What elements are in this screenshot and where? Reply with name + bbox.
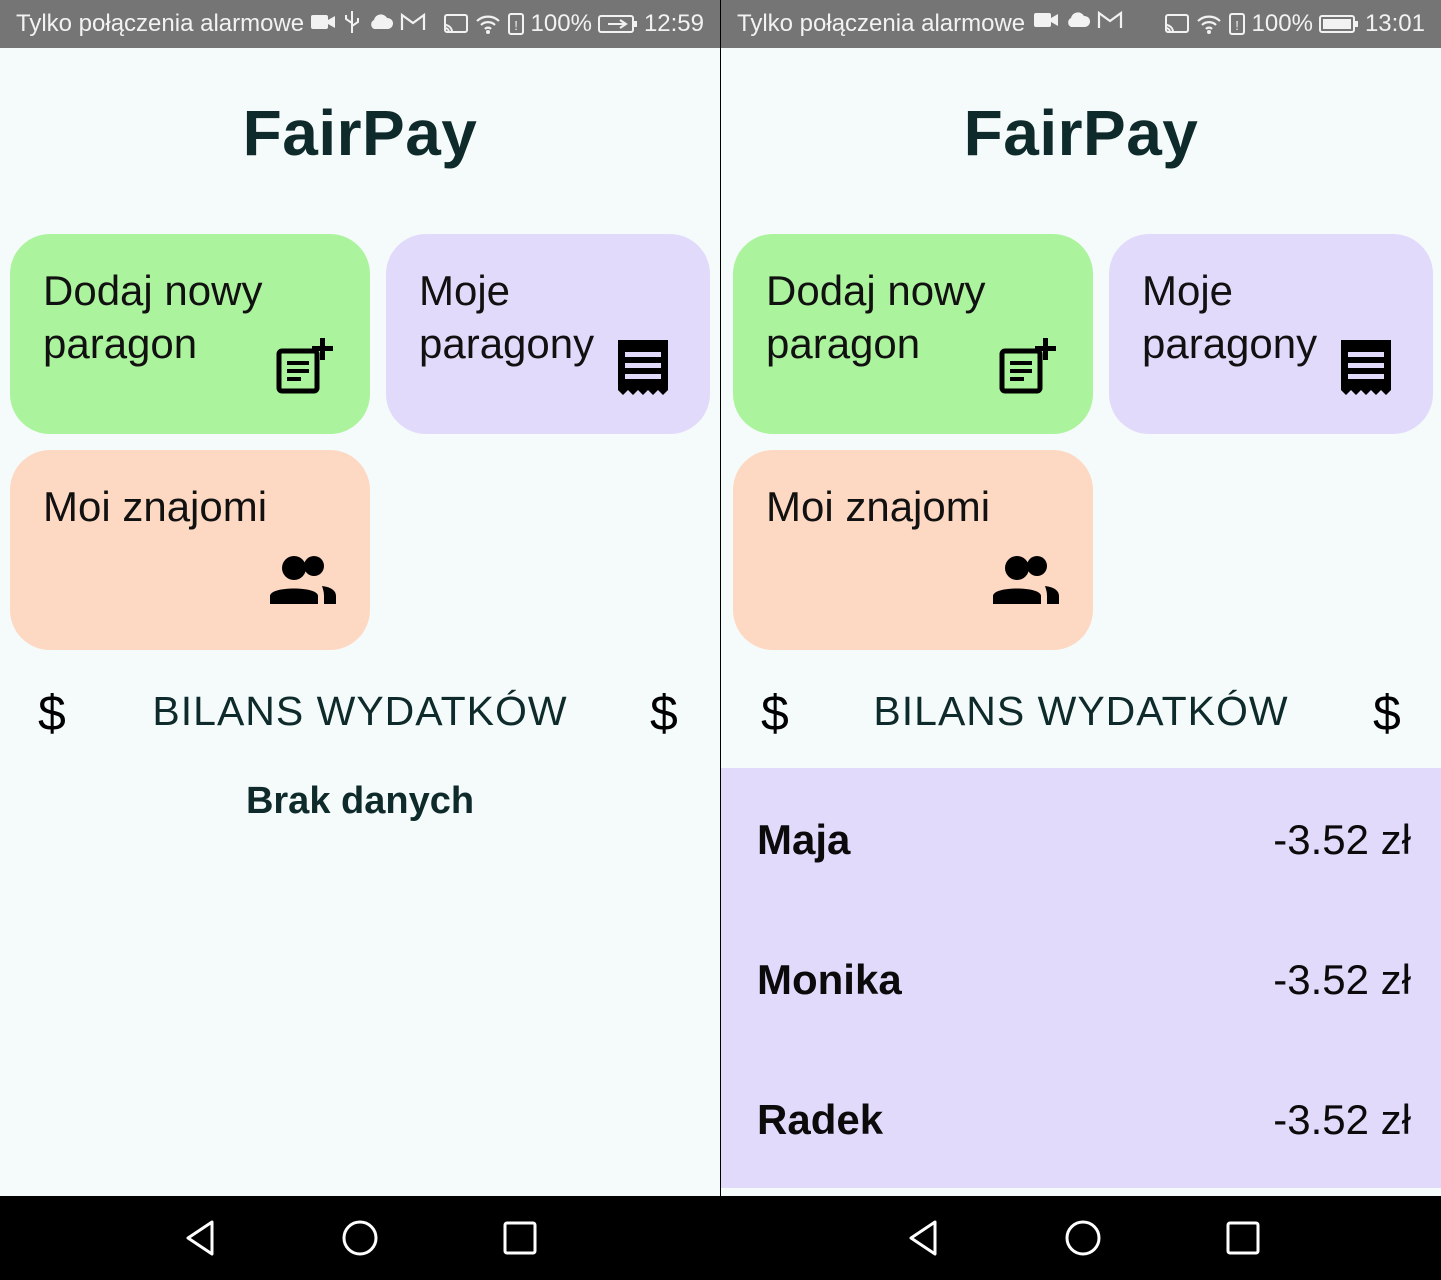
my-receipts-label: Moje paragony xyxy=(1142,267,1318,367)
add-note-icon xyxy=(276,338,333,394)
clock: 12:59 xyxy=(643,10,704,37)
video-icon xyxy=(1034,13,1058,27)
battery-icon xyxy=(597,15,637,33)
carrier-text: Tylko połączenia alarmowe xyxy=(16,10,305,37)
navigation-bar xyxy=(721,1196,1441,1280)
screen-with-balance: Tylko połączenia alarmowe ! 100% 13:01 F… xyxy=(721,0,1441,1280)
add-receipt-label: Dodaj nowy paragon xyxy=(43,267,263,367)
status-bar: Tylko połączenia alarmowe ! 100% 13:01 xyxy=(721,0,1441,48)
add-receipt-tile[interactable]: Dodaj nowy paragon xyxy=(10,234,370,434)
my-friends-label: Moi znajomi xyxy=(43,483,268,530)
clock: 13:01 xyxy=(1364,10,1425,37)
navigation-bar xyxy=(0,1196,720,1280)
my-friends-tile[interactable]: Moi znajomi xyxy=(10,450,370,650)
svg-text:!: ! xyxy=(1235,18,1239,33)
mail-icon xyxy=(400,12,426,30)
back-icon[interactable] xyxy=(180,1218,220,1258)
balance-row[interactable]: Monika -3.52 zł xyxy=(721,908,1441,1048)
sim-icon: ! xyxy=(507,13,524,35)
wifi-icon xyxy=(475,15,500,34)
balance-header: $ BILANS WYDATKÓW $ xyxy=(0,680,720,750)
receipt-icon xyxy=(618,340,668,395)
people-icon xyxy=(270,556,336,604)
person-name: Radek xyxy=(757,1096,884,1143)
my-receipts-tile[interactable]: Moje paragony xyxy=(1109,234,1433,434)
balance-row[interactable]: Radek -3.52 zł xyxy=(721,1048,1441,1188)
cloud-icon xyxy=(1068,12,1091,27)
mail-icon xyxy=(1097,10,1123,28)
sim-icon: ! xyxy=(1228,13,1245,35)
add-note-icon xyxy=(999,338,1056,394)
add-receipt-tile[interactable]: Dodaj nowy paragon xyxy=(733,234,1093,434)
status-bar: Tylko połączenia alarmowe ! 100% 12:59 xyxy=(0,0,720,48)
battery-percent: 100% xyxy=(1251,10,1313,37)
video-icon xyxy=(311,15,335,29)
cast-icon xyxy=(443,14,468,33)
app-title: FairPay xyxy=(963,97,1199,169)
balance-amount: -3.52 zł xyxy=(1273,1096,1411,1143)
screen-empty-balance: Tylko połączenia alarmowe ! 100% 12:59 F… xyxy=(0,0,720,1280)
home-icon[interactable] xyxy=(1063,1218,1103,1258)
person-name: Maja xyxy=(757,816,851,863)
usb-icon xyxy=(345,11,359,33)
balance-title: BILANS WYDATKÓW xyxy=(873,688,1289,734)
my-receipts-tile[interactable]: Moje paragony xyxy=(386,234,710,434)
balance-header: $ BILANS WYDATKÓW $ xyxy=(721,680,1441,750)
app-title: FairPay xyxy=(242,97,478,169)
battery-icon xyxy=(1318,15,1358,33)
my-friends-label: Moi znajomi xyxy=(766,483,991,530)
balance-list: Maja -3.52 zł Monika -3.52 zł Radek -3.5… xyxy=(721,768,1441,1188)
balance-amount: -3.52 zł xyxy=(1273,816,1411,863)
balance-row[interactable]: Maja -3.52 zł xyxy=(721,768,1441,908)
balance-title: BILANS WYDATKÓW xyxy=(152,688,568,734)
no-data-text: Brak danych xyxy=(245,780,475,822)
person-name: Monika xyxy=(757,956,902,1003)
svg-text:!: ! xyxy=(514,18,518,33)
battery-percent: 100% xyxy=(530,10,592,37)
carrier-text: Tylko połączenia alarmowe xyxy=(737,10,1026,37)
balance-amount: -3.52 zł xyxy=(1273,956,1411,1003)
wifi-icon xyxy=(1196,15,1221,34)
people-icon xyxy=(993,556,1059,604)
my-receipts-label: Moje paragony xyxy=(419,267,595,367)
cloud-icon xyxy=(371,14,394,29)
dollar-icon: $ xyxy=(1373,685,1401,741)
cast-icon xyxy=(1164,14,1189,33)
back-icon[interactable] xyxy=(903,1218,943,1258)
home-icon[interactable] xyxy=(340,1218,380,1258)
receipt-icon xyxy=(1341,340,1391,395)
add-receipt-label: Dodaj nowy paragon xyxy=(766,267,986,367)
dollar-icon: $ xyxy=(650,685,678,741)
recents-icon[interactable] xyxy=(1223,1218,1263,1258)
recents-icon[interactable] xyxy=(500,1218,540,1258)
my-friends-tile[interactable]: Moi znajomi xyxy=(733,450,1093,650)
